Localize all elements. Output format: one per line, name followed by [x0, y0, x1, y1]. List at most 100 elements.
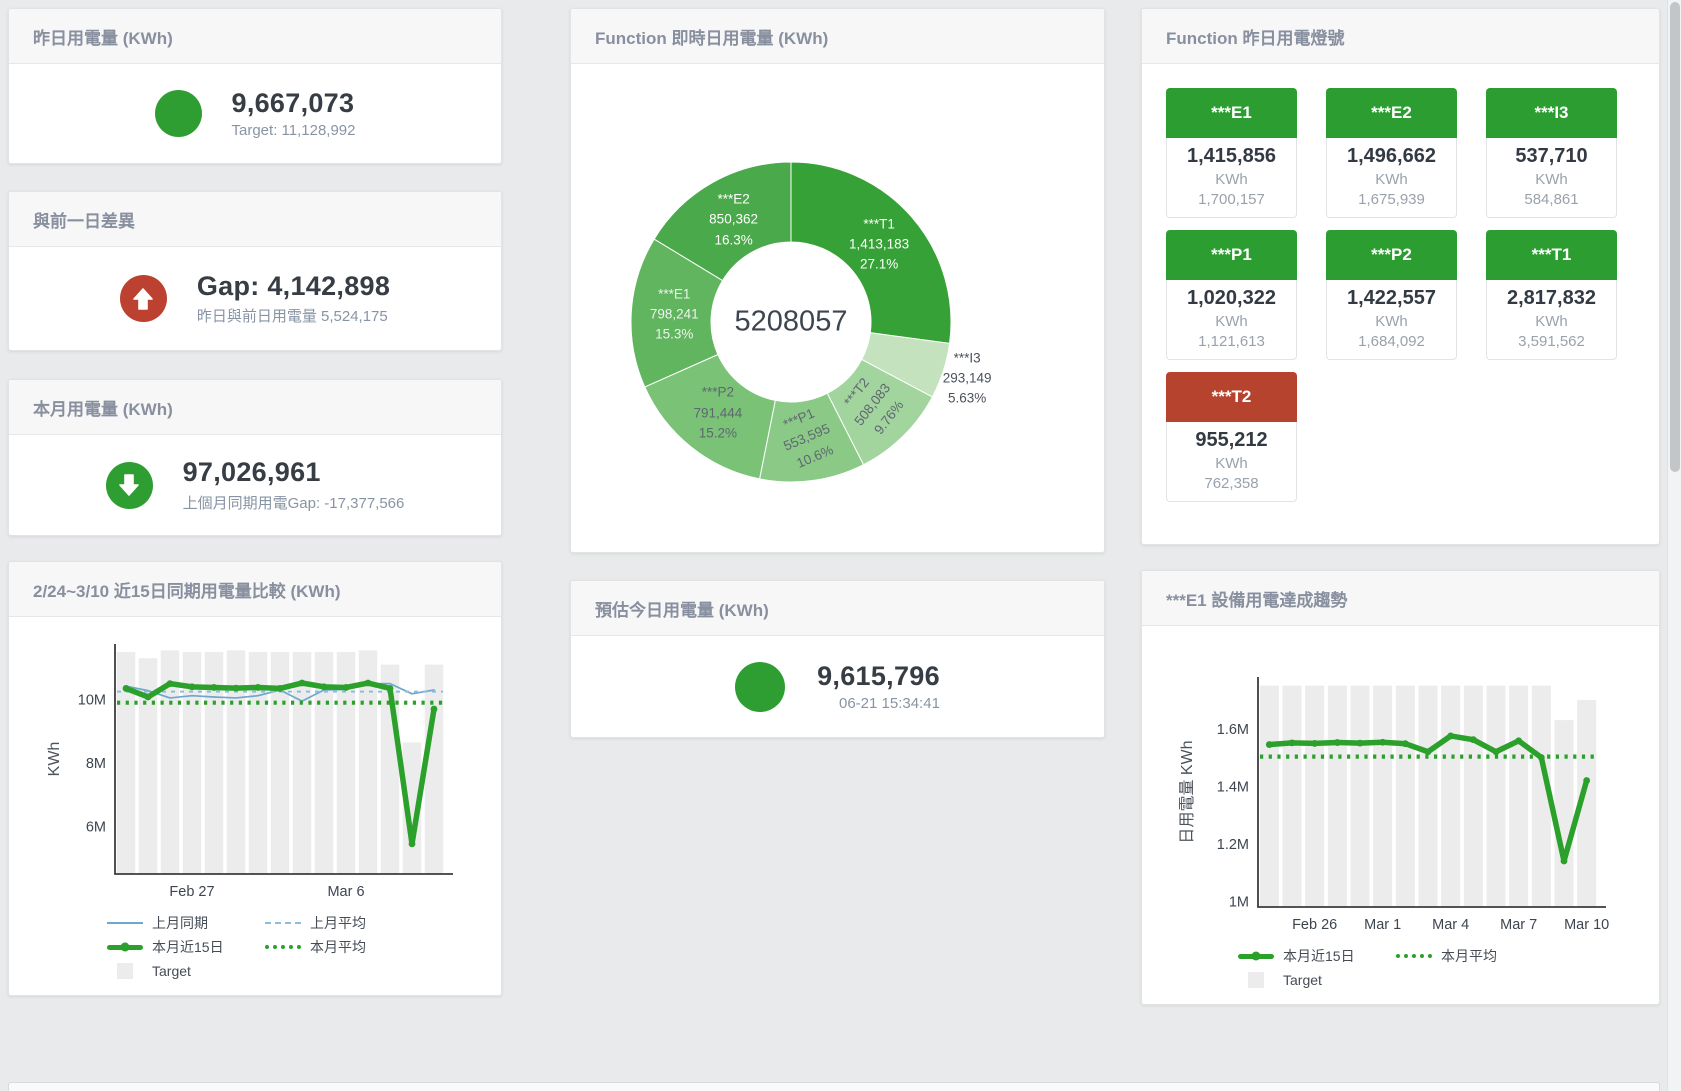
y-tick-label: 10M: [78, 693, 106, 709]
panel-day-gap: 與前一日差異 Gap: 4,142,898 昨日與前日用電量 5,524,175: [8, 191, 502, 351]
compare-chart-legend: 上月同期 上月平均本月近15日 本月平均 Target: [107, 911, 443, 983]
tile-name: ***T2: [1166, 372, 1297, 422]
day-gap-subtitle: 昨日與前日用電量 5,524,175: [197, 305, 390, 326]
series-point: [299, 680, 306, 687]
tile-name: ***E2: [1326, 88, 1457, 138]
panel-month-usage: 本月用電量 (KWh) 97,026,961 上個月同期用電Gap: -17,3…: [8, 379, 502, 536]
legend-item-0[interactable]: 本月近15日: [1238, 944, 1396, 968]
legend-item-0[interactable]: 上月同期: [107, 911, 265, 935]
series-point: [145, 694, 152, 701]
legend-item-1[interactable]: 上月平均: [265, 911, 423, 935]
x-tick-label: Mar 4: [1432, 917, 1469, 933]
tile-unit: KWh: [1169, 171, 1294, 188]
arrow-up-icon: [120, 275, 167, 322]
panel-header: ***E1 設備用電達成趨勢: [1142, 571, 1659, 626]
series-point: [277, 685, 284, 692]
series-point: [1425, 748, 1432, 755]
tile-target: 1,675,939: [1329, 191, 1454, 208]
status-circle-icon: [155, 90, 202, 137]
next-row-panel-cutoff: [8, 1082, 1660, 1091]
legend-label: 上月平均: [310, 913, 366, 933]
y-tick-label: 6M: [86, 819, 106, 835]
legend-item-2[interactable]: Target: [1238, 968, 1396, 992]
legend-swatch-dash-icon: [265, 922, 301, 924]
y-tick-label: 1.2M: [1217, 837, 1249, 853]
panel-title: 昨日用電量 (KWh): [33, 24, 173, 49]
series-point: [365, 680, 372, 687]
series-point: [123, 685, 130, 692]
series-point: [1538, 754, 1545, 761]
panel-e1-trend: ***E1 設備用電達成趨勢 1M1.2M1.4M1.6MFeb 26Mar 1…: [1141, 570, 1660, 1005]
status-tile-E2: ***E2 1,496,662 KWh 1,675,939: [1326, 88, 1457, 218]
target-bar: [425, 665, 443, 874]
x-tick-label: Feb 26: [1292, 917, 1337, 933]
yesterday-usage-target: Target: 11,128,992: [232, 122, 356, 139]
series-point: [1561, 858, 1568, 865]
scrollbar-thumb[interactable]: [1670, 2, 1680, 472]
series-point: [255, 684, 262, 691]
scrollbar[interactable]: [1667, 0, 1681, 1091]
legend-item-4[interactable]: Target: [107, 959, 265, 983]
tile-name: ***P2: [1326, 230, 1457, 280]
panel-yesterday-usage: 昨日用電量 (KWh) 9,667,073 Target: 11,128,992: [8, 8, 502, 164]
series-point: [1334, 739, 1341, 746]
series-point: [431, 706, 438, 713]
series-point: [387, 685, 394, 692]
series-point: [1447, 733, 1454, 740]
legend-item-2[interactable]: 本月近15日: [107, 935, 265, 959]
panel-title: 預估今日用電量 (KWh): [595, 596, 769, 621]
series-point: [321, 683, 328, 690]
panel-title: Function 昨日用電燈號: [1166, 24, 1344, 49]
tile-unit: KWh: [1329, 171, 1454, 188]
series-point: [1402, 740, 1409, 747]
panel-header: 與前一日差異: [9, 192, 501, 247]
legend-label: 本月近15日: [152, 937, 224, 957]
panel-header: 2/24~3/10 近15日同期用電量比較 (KWh): [9, 562, 501, 617]
legend-swatch-box-icon: [107, 963, 143, 979]
donut-center-total: 5208057: [735, 306, 848, 339]
tile-value: 2,817,832: [1489, 287, 1614, 310]
tile-value: 537,710: [1489, 145, 1614, 168]
tile-body: 1,415,856KWh1,700,157: [1166, 138, 1297, 218]
donut-label-P2: ***P2791,44415.2%: [693, 383, 742, 444]
tile-unit: KWh: [1169, 455, 1294, 472]
panel-title: Function 即時日用電量 (KWh): [595, 24, 828, 49]
series-point: [167, 680, 174, 687]
status-tile-E1: ***E11,415,856KWh1,700,157: [1166, 88, 1297, 218]
y-tick-label: 1.6M: [1217, 722, 1249, 738]
target-bar: [227, 650, 245, 874]
tile-unit: KWh: [1489, 171, 1614, 188]
y-axis-title: KWh: [46, 742, 63, 777]
compare-line-chart: 6M8M10MFeb 27Mar 6KWh: [37, 634, 467, 906]
legend-label: 上月同期: [152, 913, 208, 933]
legend-item-3[interactable]: 本月平均: [265, 935, 423, 959]
tile-target: 762,358: [1169, 475, 1294, 492]
tile-target: 1,700,157: [1169, 191, 1294, 208]
panel-header: 本月用電量 (KWh): [9, 380, 501, 435]
target-bar: [1305, 686, 1324, 907]
tile-value: 955,212: [1169, 429, 1294, 452]
tile-target: 1,121,613: [1169, 333, 1294, 350]
x-tick-label: Mar 6: [327, 884, 364, 900]
panel-title: ***E1 設備用電達成趨勢: [1166, 586, 1347, 611]
month-usage-gap: 上個月同期用電Gap: -17,377,566: [183, 492, 405, 513]
target-bar: [1373, 686, 1392, 907]
legend-label: Target: [152, 963, 191, 979]
legend-swatch-dot-icon: [1396, 954, 1432, 958]
legend-item-1[interactable]: 本月平均: [1396, 944, 1554, 968]
legend-swatch-thin-icon: [107, 922, 143, 924]
tile-value: 1,496,662: [1329, 145, 1454, 168]
panel-header: Function 昨日用電燈號: [1142, 9, 1659, 64]
estimate-timestamp: 06-21 15:34:41: [817, 695, 940, 712]
tile-name: ***I3: [1486, 88, 1617, 138]
series-point: [409, 840, 416, 847]
tile-body: 1,422,557KWh1,684,092: [1326, 280, 1457, 360]
series-point: [1289, 739, 1296, 746]
series-point: [1470, 736, 1477, 743]
y-tick-label: 1.4M: [1217, 779, 1249, 795]
x-tick-label: Mar 1: [1364, 917, 1401, 933]
panel-yesterday-lights: Function 昨日用電燈號 ***E11,415,856KWh1,700,1…: [1141, 8, 1660, 545]
legend-label: 本月平均: [310, 937, 366, 957]
target-bar: [1464, 686, 1483, 907]
tile-body: 955,212 KWh 762,358: [1166, 422, 1297, 502]
